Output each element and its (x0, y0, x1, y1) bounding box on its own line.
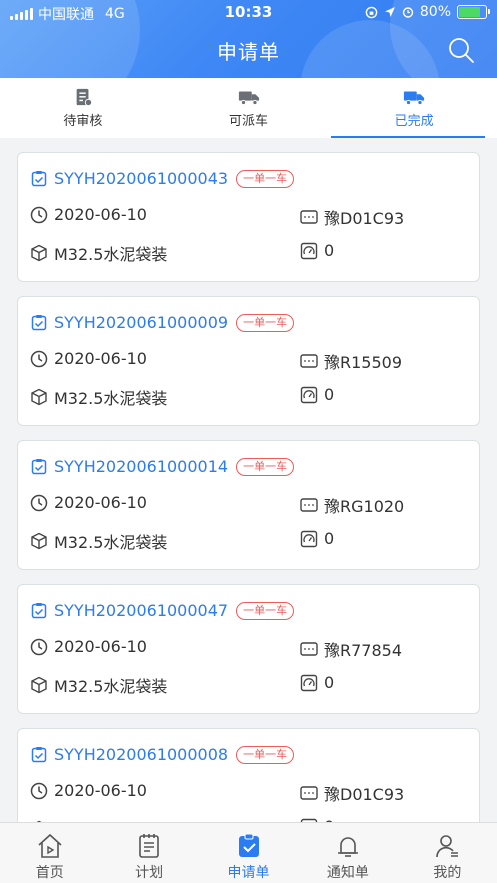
search-icon[interactable] (447, 36, 475, 64)
gauge-icon (300, 530, 318, 547)
package-icon (31, 244, 47, 262)
quantity: 0 (324, 241, 335, 260)
tabbar-mine[interactable]: 我的 (398, 823, 497, 883)
order-card[interactable]: SYYH2020061000043 一单一车 2020-06-10 豫D01C9… (17, 152, 480, 282)
package-icon (31, 676, 47, 694)
location-icon (384, 7, 395, 17)
order-check-icon (31, 602, 47, 618)
product-name: M32.5水泥袋装 (54, 245, 168, 264)
tab-label: 可派车 (229, 114, 269, 129)
app-header: 中国联通 4G 10:33 80% 申请单 (0, 0, 497, 78)
license-plate-icon (300, 786, 318, 800)
order-card[interactable]: SYYH2020061000014 一单一车 2020-06-10 豫RG102… (17, 440, 480, 570)
clock-icon (30, 782, 48, 799)
quantity: 0 (324, 673, 335, 692)
order-date: 2020-06-10 (54, 493, 147, 512)
order-check-icon (31, 746, 47, 762)
package-icon (31, 388, 47, 406)
user-icon (436, 835, 459, 858)
clock-icon (30, 206, 48, 223)
order-tag-badge: 一单一车 (236, 169, 295, 188)
license-plate-icon (300, 642, 318, 656)
product-name: M32.5水泥袋装 (54, 677, 168, 696)
gauge-icon (300, 242, 318, 259)
tab-dispatchable[interactable]: 可派车 (166, 78, 332, 138)
tab-completed[interactable]: 已完成 (331, 78, 497, 138)
clipboard-icon (76, 88, 92, 107)
truck-done-icon (404, 91, 425, 106)
application-icon (238, 833, 259, 857)
tab-label: 已完成 (394, 114, 434, 129)
order-number: SYYH2020061000047 (54, 601, 229, 620)
quantity: 0 (324, 385, 335, 404)
product-name: M32.5水泥袋装 (54, 389, 168, 408)
tabbar-label: 首页 (35, 865, 64, 881)
order-tag-badge: 一单一车 (236, 457, 295, 476)
tab-label: 待审核 (63, 114, 103, 129)
order-number: SYYH2020061000014 (54, 457, 229, 476)
order-tag-badge: 一单一车 (236, 601, 295, 620)
bottom-tab-bar: 首页 计划 申请单 通知单 我的 (0, 822, 497, 883)
order-number: SYYH2020061000009 (54, 313, 229, 332)
page-title: 申请单 (217, 40, 280, 64)
tabbar-label: 计划 (135, 865, 164, 881)
status-tabs: 待审核 可派车 已完成 (0, 78, 497, 138)
license-plate-icon (300, 210, 318, 224)
battery-percent: 80% (419, 4, 451, 20)
order-tag-badge: 一单一车 (236, 313, 295, 332)
status-bar: 中国联通 4G 10:33 80% (0, 0, 497, 26)
order-date: 2020-06-10 (54, 781, 147, 800)
gauge-icon (300, 674, 318, 691)
license-plate: 豫R15509 (324, 353, 403, 372)
tab-pending-review[interactable]: 待审核 (0, 78, 166, 138)
quantity: 0 (324, 529, 335, 548)
plan-icon (139, 834, 159, 858)
license-plate: 豫R77854 (324, 641, 403, 660)
rotation-lock-icon (365, 6, 378, 18)
tabbar-plan[interactable]: 计划 (99, 823, 198, 883)
order-date: 2020-06-10 (54, 349, 147, 368)
order-card[interactable]: SYYH2020061000009 一单一车 2020-06-10 豫R1550… (17, 296, 480, 426)
order-check-icon (31, 314, 47, 330)
tabbar-label: 通知单 (326, 865, 369, 881)
home-icon (38, 833, 62, 858)
alarm-icon (402, 7, 414, 18)
order-number: SYYH2020061000008 (54, 745, 229, 764)
product-name: M32.5水泥袋装 (54, 533, 168, 552)
truck-icon (238, 91, 259, 106)
clock-icon (30, 350, 48, 367)
license-plate-icon (300, 354, 318, 368)
tabbar-application[interactable]: 申请单 (199, 823, 298, 883)
order-check-icon (31, 170, 47, 186)
order-number: SYYH2020061000043 (54, 169, 229, 188)
battery-icon (457, 5, 490, 19)
order-tag-badge: 一单一车 (236, 745, 295, 764)
clock-icon (30, 638, 48, 655)
order-date: 2020-06-10 (54, 205, 147, 224)
license-plate-icon (300, 498, 318, 512)
order-date: 2020-06-10 (54, 637, 147, 656)
license-plate: 豫D01C93 (324, 209, 405, 228)
order-check-icon (31, 458, 47, 474)
gauge-icon (300, 386, 318, 403)
tabbar-home[interactable]: 首页 (0, 823, 99, 883)
clock-icon (30, 494, 48, 511)
tabbar-label: 我的 (433, 865, 462, 881)
package-icon (31, 532, 47, 550)
tabbar-label: 申请单 (227, 865, 270, 881)
license-plate: 豫RG1020 (324, 497, 405, 516)
order-card[interactable]: SYYH2020061000047 一单一车 2020-06-10 豫R7785… (17, 584, 480, 714)
bell-icon (337, 837, 358, 857)
tabbar-notice[interactable]: 通知单 (298, 823, 397, 883)
license-plate: 豫D01C93 (324, 785, 405, 804)
